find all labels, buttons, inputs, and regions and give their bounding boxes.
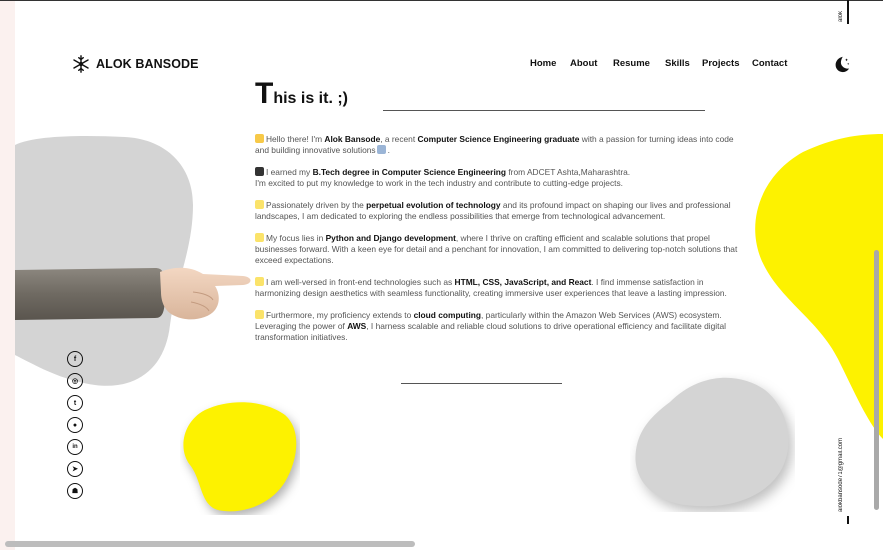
email-link[interactable]: aiokbansode71@gmail.com xyxy=(838,420,848,512)
highlight: Python and Django development xyxy=(325,233,456,243)
twitter-icon[interactable]: t xyxy=(67,395,83,411)
highlight: Alok Bansode xyxy=(324,134,381,144)
waving-hand-icon xyxy=(255,134,264,143)
paragraph-frontend: I am well-versed in front-end technologi… xyxy=(255,277,743,299)
telegram-icon[interactable]: ➤ xyxy=(67,461,83,477)
top-divider xyxy=(0,0,883,1)
paragraph-cloud: Furthermore, my proficiency extends to c… xyxy=(255,310,743,343)
nav-link-projects[interactable]: Projects xyxy=(702,58,740,69)
text: Hello there! I'm xyxy=(266,134,325,144)
yellow-blob-left xyxy=(183,402,297,512)
vertical-scrollbar[interactable] xyxy=(874,250,879,510)
rail-line-bottom xyxy=(847,516,849,524)
about-content: Hello there! I'm Alok Bansode, a recent … xyxy=(255,134,743,354)
technologist-icon xyxy=(376,145,386,154)
content-end-underline xyxy=(401,383,562,384)
sparkle-icon xyxy=(255,277,264,286)
nav-link-resume[interactable]: Resume xyxy=(613,58,650,69)
text: , a recent xyxy=(380,134,418,144)
rail-line-top xyxy=(847,0,849,24)
title-rest: his is it. ;) xyxy=(273,90,348,107)
paragraph-education: I earned my B.Tech degree in Computer Sc… xyxy=(255,167,743,189)
highlight: HTML, CSS, JavaScript, and React xyxy=(454,277,592,287)
left-edge-strip xyxy=(0,0,15,550)
sparkle-icon xyxy=(255,233,264,242)
sparkle-icon xyxy=(255,200,264,209)
sparkle-icon xyxy=(255,310,264,319)
nav-link-about[interactable]: About xyxy=(570,58,597,69)
paragraph-passion: Passionately driven by the perpetual evo… xyxy=(255,200,743,222)
text: I earned my xyxy=(266,167,313,177)
yellow-blob-right xyxy=(755,134,883,439)
highlight: cloud computing xyxy=(413,310,482,320)
nav-link-contact[interactable]: Contact xyxy=(752,58,787,69)
highlight: AWS xyxy=(347,321,367,331)
nav-link-home[interactable]: Home xyxy=(530,58,556,69)
graduation-cap-icon xyxy=(255,167,264,176)
text: My focus lies in xyxy=(266,233,326,243)
highlight: B.Tech degree in Computer Science Engine… xyxy=(312,167,507,177)
pointing-hand-illustration xyxy=(15,267,251,320)
rail-top-text: alok xyxy=(838,10,844,22)
nav-link-skills[interactable]: Skills xyxy=(665,58,690,69)
github-icon[interactable]: ● xyxy=(67,417,83,433)
instagram-icon[interactable]: ◎ xyxy=(67,373,83,389)
text: Passionately driven by the xyxy=(266,200,367,210)
horizontal-scrollbar[interactable] xyxy=(5,541,415,547)
snapchat-icon[interactable]: ☗ xyxy=(67,483,83,499)
page-title: This is it. ;) xyxy=(255,74,348,111)
highlight: perpetual evolution of technology xyxy=(366,200,501,210)
brand-logo[interactable]: ALOK BANSODE xyxy=(72,55,199,73)
paragraph-intro: Hello there! I'm Alok Bansode, a recent … xyxy=(255,134,734,155)
linkedin-icon[interactable]: in xyxy=(67,439,83,455)
title-initial: T xyxy=(255,77,274,110)
moon-stars-icon[interactable]: ✦ ✦ xyxy=(832,55,850,73)
text: Furthermore, my proficiency extends to xyxy=(266,310,414,320)
text: from ADCET Ashta,Maharashtra. xyxy=(506,167,631,177)
facebook-icon[interactable]: f xyxy=(67,351,83,367)
snowflake-icon xyxy=(73,55,89,73)
paragraph-focus: My focus lies in Python and Django devel… xyxy=(255,233,743,266)
brand-name: ALOK BANSODE xyxy=(96,57,199,71)
svg-text:✦: ✦ xyxy=(847,62,850,66)
text: I'm excited to put my knowledge to work … xyxy=(255,178,623,188)
title-underline xyxy=(383,110,705,111)
text: I am well-versed in front-end technologi… xyxy=(266,277,455,287)
highlight: Computer Science Engineering graduate xyxy=(417,134,580,144)
